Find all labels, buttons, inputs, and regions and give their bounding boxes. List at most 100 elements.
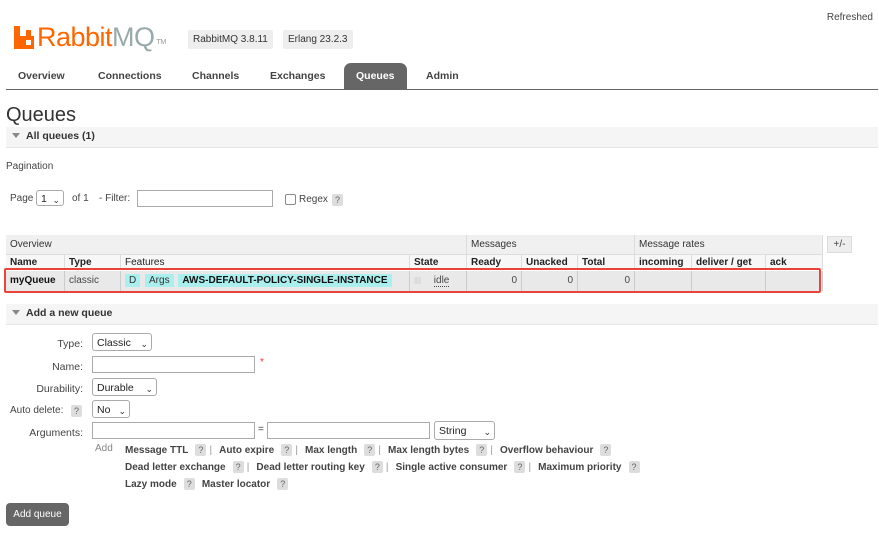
regex-label: Regex [299, 194, 328, 205]
tab-admin[interactable]: Admin [414, 63, 471, 89]
overflow-behaviour-help-icon[interactable]: ? [600, 444, 612, 456]
queue-total: 0 [578, 271, 635, 291]
max-length-bytes-help-icon[interactable]: ? [476, 444, 488, 456]
overflow-behaviour-link[interactable]: Overflow behaviour [500, 445, 593, 456]
chevron-down-icon: ⌄ [145, 384, 153, 394]
queue-type-value: Classic [97, 337, 131, 349]
col-ready[interactable]: Ready [467, 254, 522, 270]
policy-tag[interactable]: AWS-DEFAULT-POLICY-SINGLE-INSTANCE [178, 274, 392, 287]
message-ttl-help-icon[interactable]: ? [195, 444, 207, 456]
maximum-priority-help-icon[interactable]: ? [628, 461, 640, 473]
master-locator-link[interactable]: Master locator [202, 479, 270, 490]
rabbitmq-version-badge: RabbitMQ 3.8.11 [188, 30, 273, 49]
chevron-down-icon: ⌄ [52, 195, 60, 205]
argument-shortcuts-row-3: Lazy mode ? Master locator ? [125, 478, 289, 490]
separator: | [528, 462, 532, 473]
argument-type-select[interactable]: String ⌄ [434, 421, 495, 440]
group-messages-header: Messages [467, 235, 635, 254]
all-queues-section-toggle[interactable]: All queues (1) [6, 127, 878, 148]
page-title: Queues [6, 104, 77, 126]
queue-ack [766, 271, 823, 291]
rabbit-logo-icon [14, 25, 34, 49]
logo-trademark: TM [156, 39, 167, 46]
tab-queues[interactable]: Queues [344, 63, 407, 89]
add-queue-section-toggle[interactable]: Add a new queue [6, 304, 878, 325]
all-queues-label: All queues (1) [26, 130, 95, 142]
auto-delete-help-icon[interactable]: ? [71, 405, 83, 417]
logo-text: Rabbit [37, 22, 113, 52]
regex-help-icon[interactable]: ? [332, 194, 344, 206]
dead-letter-exchange-help-icon[interactable]: ? [232, 461, 244, 473]
type-label: Type: [57, 338, 83, 350]
col-total[interactable]: Total [578, 254, 635, 270]
single-active-consumer-help-icon[interactable]: ? [514, 461, 526, 473]
auto-delete-value: No [97, 404, 111, 416]
separator: | [295, 445, 298, 456]
argument-key-input[interactable] [92, 422, 255, 439]
col-ack[interactable]: ack [766, 254, 823, 270]
add-queue-section-label: Add a new queue [26, 307, 113, 319]
queue-type-select[interactable]: Classic ⌄ [92, 333, 152, 351]
queue-deliver-get [692, 271, 766, 291]
lazy-mode-help-icon[interactable]: ? [183, 478, 195, 490]
queue-name-input[interactable] [92, 356, 255, 373]
group-overview-header: Overview [6, 235, 467, 254]
lazy-mode-link[interactable]: Lazy mode [125, 479, 177, 490]
add-queue-button[interactable]: Add queue [6, 503, 69, 526]
single-active-consumer-link[interactable]: Single active consumer [396, 462, 508, 473]
state-indicator-icon [414, 276, 421, 284]
tab-exchanges[interactable]: Exchanges [258, 63, 337, 89]
filter-label: - Filter: [99, 193, 131, 204]
col-incoming[interactable]: incoming [635, 254, 692, 270]
dead-letter-exchange-link[interactable]: Dead letter exchange [125, 462, 226, 473]
page-select[interactable]: 1 ⌄ [36, 190, 64, 206]
master-locator-help-icon[interactable]: ? [277, 478, 289, 490]
tab-channels[interactable]: Channels [180, 63, 251, 89]
separator: | [246, 462, 250, 473]
state-label: idle [433, 275, 450, 287]
auto-delete-select[interactable]: No ⌄ [92, 400, 130, 418]
argument-shortcuts-row-1: Message TTL ? | Auto expire ? | Max leng… [125, 444, 612, 456]
regex-checkbox[interactable] [285, 194, 296, 205]
col-type[interactable]: Type [65, 254, 121, 270]
argument-shortcuts-row-2: Dead letter exchange ? | Dead letter rou… [125, 461, 640, 473]
auto-expire-link[interactable]: Auto expire [219, 445, 274, 456]
queue-incoming [635, 271, 692, 291]
pagination-label: Pagination [6, 161, 54, 172]
chevron-down-icon: ⌄ [483, 427, 491, 437]
collapse-triangle-icon [12, 310, 20, 315]
auto-expire-help-icon[interactable]: ? [281, 444, 293, 456]
chevron-down-icon: ⌄ [140, 339, 148, 349]
separator: | [378, 445, 381, 456]
columns-toggle-button[interactable]: +/- [827, 236, 852, 253]
tab-connections[interactable]: Connections [86, 63, 174, 89]
col-deliver-get[interactable]: deliver / get [692, 254, 766, 270]
separator: | [209, 445, 213, 456]
col-unacked[interactable]: Unacked [522, 254, 578, 270]
maximum-priority-link[interactable]: Maximum priority [538, 462, 621, 473]
queue-ready: 0 [467, 271, 522, 291]
message-ttl-link[interactable]: Message TTL [125, 445, 188, 456]
tab-overview[interactable]: Overview [6, 63, 77, 89]
argument-value-input[interactable] [267, 422, 430, 439]
argument-type-value: String [439, 425, 467, 437]
queue-type: classic [65, 271, 121, 291]
rabbitmq-logo[interactable]: Rabbit MQ TM [14, 16, 166, 58]
max-length-bytes-link[interactable]: Max length bytes [388, 445, 469, 456]
durability-select[interactable]: Durable ⌄ [92, 378, 157, 396]
queue-state: idle [410, 271, 467, 291]
col-name[interactable]: Name [6, 254, 65, 270]
durability-value: Durable [97, 382, 134, 394]
dead-letter-routing-key-help-icon[interactable]: ? [371, 461, 383, 473]
chevron-down-icon: ⌄ [118, 406, 126, 416]
max-length-link[interactable]: Max length [305, 445, 357, 456]
durable-feature-tag: D [125, 274, 141, 287]
col-state[interactable]: State [410, 254, 467, 270]
queue-name-link[interactable]: myQueue [6, 271, 65, 291]
add-argument-label: Add [95, 443, 113, 454]
arguments-label: Arguments: [29, 427, 83, 439]
filter-input[interactable] [137, 190, 273, 207]
max-length-help-icon[interactable]: ? [364, 444, 376, 456]
name-label: Name: [52, 361, 83, 373]
dead-letter-routing-key-link[interactable]: Dead letter routing key [256, 462, 364, 473]
